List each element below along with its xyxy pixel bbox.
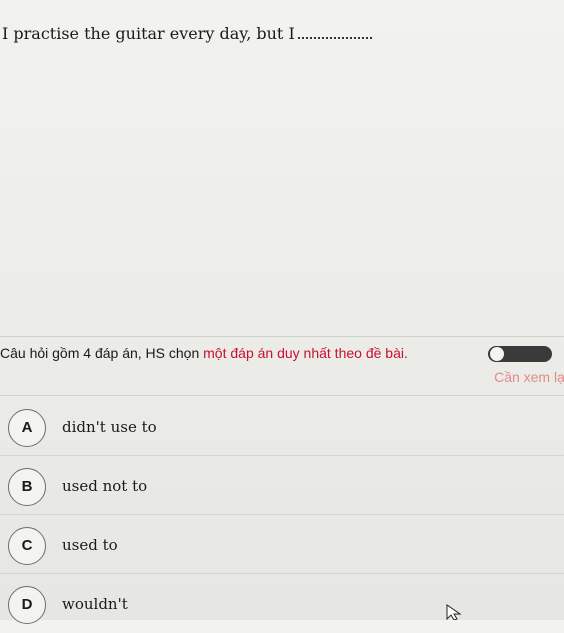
previous-content-cutoff xyxy=(0,0,564,18)
option-text[interactable]: used to xyxy=(62,536,118,554)
answer-blank xyxy=(297,37,372,39)
instruction-text: Câu hỏi gồm 4 đáp án, HS chọn một đáp án… xyxy=(0,345,408,361)
option-divider xyxy=(0,455,564,456)
instruction-highlight: một đáp án duy nhất theo đề bài. xyxy=(203,345,408,361)
review-toggle[interactable] xyxy=(488,346,552,362)
option-letter-badge[interactable]: A xyxy=(8,409,46,447)
option-divider xyxy=(0,514,564,515)
question-text: I practise the guitar every day, but I xyxy=(2,24,372,43)
divider xyxy=(0,395,564,396)
option-letter-badge[interactable]: D xyxy=(8,586,46,624)
question-stem: I practise the guitar every day, but I xyxy=(2,24,295,43)
toggle-knob xyxy=(490,347,504,361)
option-c[interactable]: C used to xyxy=(0,516,564,574)
divider xyxy=(0,336,564,337)
option-text[interactable]: didn't use to xyxy=(62,418,157,436)
option-a[interactable]: A didn't use to xyxy=(0,398,564,456)
mouse-pointer-icon xyxy=(446,604,462,620)
instruction-part-1: Câu hỏi gồm 4 đáp án, HS chọn xyxy=(0,345,204,361)
option-letter-badge[interactable]: C xyxy=(8,527,46,565)
review-later-link[interactable]: Cần xem lại xyxy=(494,369,564,385)
option-text[interactable]: used not to xyxy=(62,477,147,495)
option-b[interactable]: B used not to xyxy=(0,457,564,515)
option-divider xyxy=(0,573,564,574)
option-text[interactable]: wouldn't xyxy=(62,595,128,613)
option-letter-badge[interactable]: B xyxy=(8,468,46,506)
option-d[interactable]: D wouldn't xyxy=(0,575,564,633)
